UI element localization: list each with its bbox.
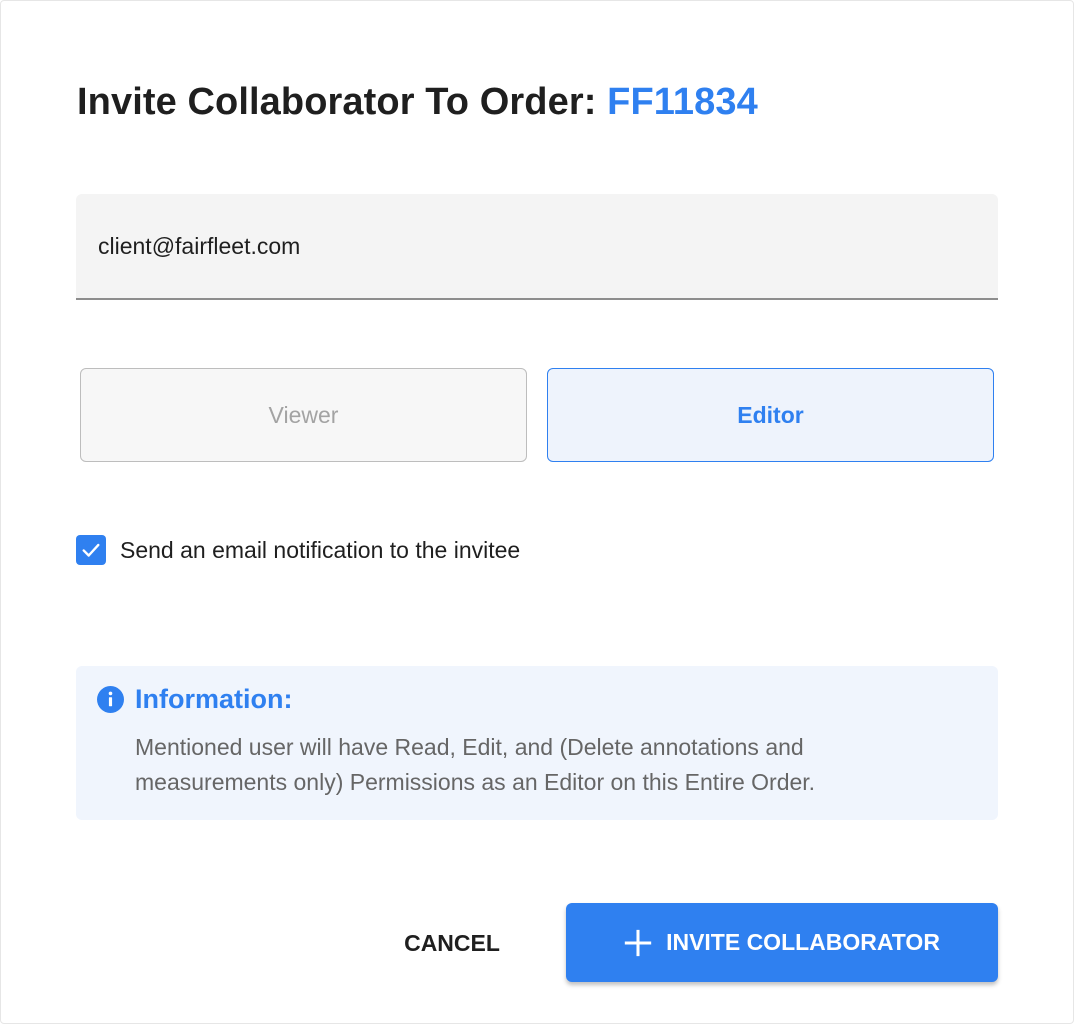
information-text: Mentioned user will have Read, Edit, and… (135, 734, 816, 795)
dialog-title-text: Invite Collaborator To Order: (77, 81, 597, 123)
email-notification-option[interactable]: Send an email notification to the invite… (76, 535, 520, 565)
information-panel: Information: Mentioned user will have Re… (76, 666, 998, 820)
email-field[interactable] (76, 194, 998, 300)
info-icon (97, 686, 124, 713)
information-title: Information: (135, 684, 293, 714)
email-notification-label: Send an email notification to the invite… (120, 536, 521, 563)
invite-collaborator-button[interactable]: INVITE COLLABORATOR (566, 903, 998, 982)
viewer-role-button[interactable]: Viewer (80, 368, 527, 462)
email-input[interactable] (98, 228, 958, 264)
cancel-button[interactable]: CANCEL (381, 919, 523, 967)
plus-icon (624, 929, 652, 956)
editor-role-button[interactable]: Editor (547, 368, 994, 462)
email-notification-checkbox[interactable] (76, 535, 106, 565)
invite-collaborator-label: INVITE COLLABORATOR (666, 929, 940, 955)
order-id: FF11834 (607, 81, 758, 123)
checkmark-icon (82, 543, 100, 557)
invite-collaborator-dialog: Invite Collaborator To Order: FF11834 Vi… (0, 0, 1074, 1024)
dialog-title: Invite Collaborator To Order: FF11834 (77, 81, 758, 124)
